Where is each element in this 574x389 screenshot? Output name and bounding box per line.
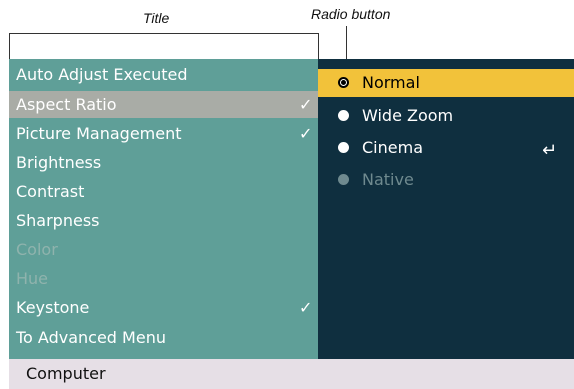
- menu-item-label: Aspect Ratio: [16, 95, 117, 114]
- radio-icon: [338, 142, 349, 153]
- menu-item-auto-adjust[interactable]: Auto Adjust Executed: [9, 61, 318, 88]
- option-label: Native: [362, 170, 414, 189]
- option-label: Wide Zoom: [362, 106, 454, 125]
- menu-item-label: Contrast: [16, 182, 85, 201]
- checkmark-icon: ✓: [299, 298, 313, 317]
- radio-disabled-icon: [338, 174, 349, 185]
- menu-item-label: To Advanced Menu: [16, 328, 166, 347]
- menu-item-label: Sharpness: [16, 211, 100, 230]
- source-label: Computer: [26, 364, 106, 383]
- menu-item-hue: Hue: [9, 265, 318, 292]
- menu-item-color: Color: [9, 236, 318, 263]
- option-native: Native: [318, 166, 574, 194]
- menu-item-label: Color: [16, 240, 58, 259]
- option-label: Cinema: [362, 138, 423, 157]
- menu-item-label: Picture Management: [16, 124, 182, 143]
- enter-icon: ↵: [542, 140, 558, 161]
- aspect-ratio-options: Normal Wide Zoom Cinema Native ↵: [318, 59, 574, 359]
- radio-selected-icon: [338, 77, 349, 88]
- osd-menu-window: Auto Adjust Executed Aspect Ratio ✓ Pict…: [9, 59, 574, 389]
- checkmark-icon: ✓: [299, 95, 313, 114]
- title-callout: Title: [143, 10, 170, 26]
- menu-item-advanced-menu[interactable]: To Advanced Menu: [9, 324, 318, 351]
- menu-item-aspect-ratio[interactable]: Aspect Ratio ✓: [9, 91, 318, 118]
- title-bracket-line: [9, 33, 319, 60]
- main-menu: Auto Adjust Executed Aspect Ratio ✓ Pict…: [9, 59, 318, 359]
- checkmark-icon: ✓: [299, 124, 313, 143]
- option-normal[interactable]: Normal: [318, 69, 574, 97]
- menu-item-keystone[interactable]: Keystone ✓: [9, 294, 318, 321]
- menu-item-label: Brightness: [16, 153, 102, 172]
- menu-item-picture-management[interactable]: Picture Management ✓: [9, 120, 318, 147]
- menu-item-contrast[interactable]: Contrast: [9, 178, 318, 205]
- option-wide-zoom[interactable]: Wide Zoom: [318, 102, 574, 130]
- radio-button-callout: Radio button: [311, 6, 391, 22]
- menu-item-brightness[interactable]: Brightness: [9, 149, 318, 176]
- menu-item-label: Keystone: [16, 298, 90, 317]
- menu-item-label: Hue: [16, 269, 49, 288]
- menu-item-label: Auto Adjust Executed: [16, 65, 188, 84]
- option-cinema[interactable]: Cinema: [318, 134, 574, 162]
- menu-item-sharpness[interactable]: Sharpness: [9, 207, 318, 234]
- radio-icon: [338, 110, 349, 121]
- option-label: Normal: [362, 73, 420, 92]
- status-bar: Computer: [9, 359, 574, 389]
